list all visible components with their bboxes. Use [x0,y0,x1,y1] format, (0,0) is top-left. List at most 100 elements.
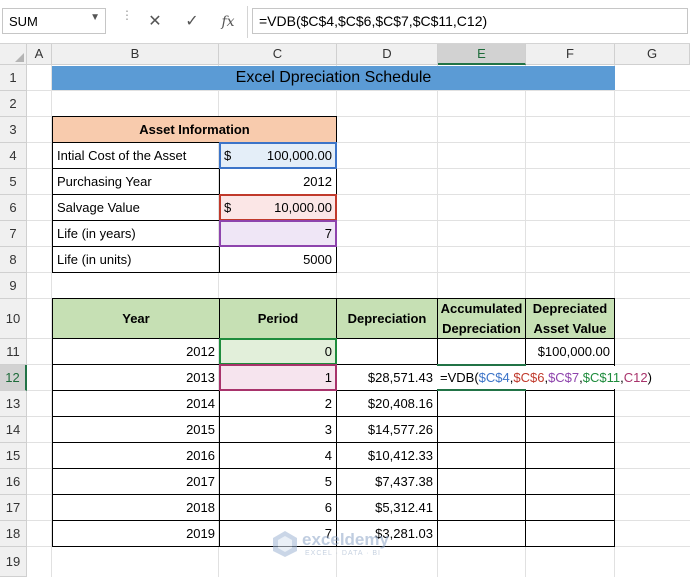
column-header-e[interactable]: E [438,44,526,65]
formula-bar: SUM ▼ ⋮ ✕ ✓ fx =VDB($C$4,$C$6,$C$7,$C$11… [0,0,690,44]
row-header-11[interactable]: 11 [0,339,27,365]
asset-value-header[interactable]: Depreciated Asset Value [525,298,615,339]
period-cell[interactable]: 3 [219,416,337,443]
period-cell[interactable]: 2 [219,390,337,417]
year-cell[interactable]: 2012 [52,338,220,365]
row-header-8[interactable]: 8 [0,247,27,273]
accumulated-cell[interactable] [437,468,526,495]
depreciation-header[interactable]: Depreciation [336,298,438,339]
insert-function-icon[interactable]: fx [216,10,240,34]
accumulated-header-line2: Depreciation [442,320,521,336]
drag-handle-icon[interactable]: ⋮ [121,9,133,32]
row-header-14[interactable]: 14 [0,417,27,443]
accumulated-cell[interactable] [437,442,526,469]
cost-label[interactable]: Intial Cost of the Asset [52,142,220,169]
row-header-1[interactable]: 1 [0,65,27,91]
year-label[interactable]: Purchasing Year [52,168,220,195]
row-header-12[interactable]: 12 [0,365,27,391]
asset-value-cell[interactable] [525,520,615,547]
period-cell[interactable]: 5 [219,468,337,495]
year-cell[interactable]: 2014 [52,390,220,417]
period-header[interactable]: Period [219,298,337,339]
year-cell[interactable]: 2019 [52,520,220,547]
watermark-brand: exceldemy [302,530,389,549]
formula-close: ) [647,370,652,385]
depreciation-cell[interactable] [336,338,438,365]
formula-ref-c7: $C$7 [548,370,580,385]
asset-value-cell[interactable] [525,494,615,521]
formula-ref-c12: C12 [623,370,648,385]
row-header-19[interactable]: 19 [0,547,27,577]
asset-value-header-line2: Asset Value [533,320,607,336]
asset-value-cell[interactable] [525,390,615,417]
accumulated-cell[interactable] [437,494,526,521]
year-header[interactable]: Year [52,298,220,339]
row-header-9[interactable]: 9 [0,273,27,299]
ref-highlight-c12 [219,364,337,391]
column-header-b[interactable]: B [52,44,219,65]
year-cell[interactable]: 2016 [52,442,220,469]
life-units-value[interactable]: 5000 [219,246,337,273]
asset-value-cell[interactable] [525,442,615,469]
row-header-10[interactable]: 10 [0,299,27,339]
formula-fn: =VDB( [440,370,479,385]
in-cell-formula[interactable]: =VDB($C$4, $C$6, $C$7, $C$11, C12) [437,366,655,389]
name-box[interactable]: SUM ▼ [2,8,106,34]
period-cell[interactable]: 6 [219,494,337,521]
asset-value-cell[interactable]: $100,000.00 [525,338,615,365]
column-header-g[interactable]: G [615,44,690,65]
period-cell[interactable]: 4 [219,442,337,469]
column-header-a[interactable]: A [27,44,52,65]
cancel-icon[interactable]: ✕ [143,10,167,34]
row-header-3[interactable]: 3 [0,117,27,143]
salvage-label[interactable]: Salvage Value [52,194,220,221]
accumulated-cell[interactable] [437,416,526,443]
formula-input[interactable]: =VDB($C$4,$C$6,$C$7,$C$11,C12) [252,8,688,34]
year-cell[interactable]: 2017 [52,468,220,495]
row-header-6[interactable]: 6 [0,195,27,221]
exceldemy-logo-icon [273,531,297,557]
depreciation-cell[interactable]: $20,408.16 [336,390,438,417]
depreciation-cell[interactable]: $7,437.38 [336,468,438,495]
life-years-label[interactable]: Life (in years) [52,220,220,247]
chevron-down-icon[interactable]: ▼ [90,12,100,23]
year-cell[interactable]: 2013 [52,364,220,391]
asset-info-header[interactable]: Asset Information [52,116,337,143]
life-units-label[interactable]: Life (in units) [52,246,220,273]
row-header-15[interactable]: 15 [0,443,27,469]
column-header-d[interactable]: D [337,44,438,65]
row-header-16[interactable]: 16 [0,469,27,495]
ref-highlight-c11 [219,338,337,365]
formula-ref-c11: $C$11 [582,370,621,385]
row-header-17[interactable]: 17 [0,495,27,521]
select-all-button[interactable] [0,44,27,65]
ref-highlight-c6 [219,194,337,221]
accumulated-cell[interactable] [437,338,526,365]
depreciation-cell[interactable]: $14,577.26 [336,416,438,443]
year-cell[interactable]: 2018 [52,494,220,521]
row-header-4[interactable]: 4 [0,143,27,169]
depreciation-cell[interactable]: $10,412.33 [336,442,438,469]
enter-icon[interactable]: ✓ [180,10,204,34]
accumulated-cell[interactable] [437,390,526,417]
accumulated-cell[interactable] [437,520,526,547]
row-header-7[interactable]: 7 [0,221,27,247]
formula-ref-c6: $C$6 [513,370,545,385]
divider [247,6,248,38]
depreciation-cell[interactable]: $5,312.41 [336,494,438,521]
ref-highlight-c7 [219,220,337,247]
column-header-c[interactable]: C [219,44,337,65]
row-header-18[interactable]: 18 [0,521,27,547]
asset-value-cell[interactable] [525,416,615,443]
year-cell[interactable]: 2015 [52,416,220,443]
row-header-13[interactable]: 13 [0,391,27,417]
accumulated-header[interactable]: Accumulated Depreciation [437,298,526,339]
asset-value-cell[interactable] [525,468,615,495]
column-header-f[interactable]: F [526,44,615,65]
sheet-title[interactable]: Excel Dpreciation Schedule [52,66,615,90]
row-header-5[interactable]: 5 [0,169,27,195]
year-value[interactable]: 2012 [219,168,337,195]
row-header-2[interactable]: 2 [0,91,27,117]
gridline [27,90,690,91]
depreciation-cell[interactable]: $28,571.43 [336,364,438,391]
